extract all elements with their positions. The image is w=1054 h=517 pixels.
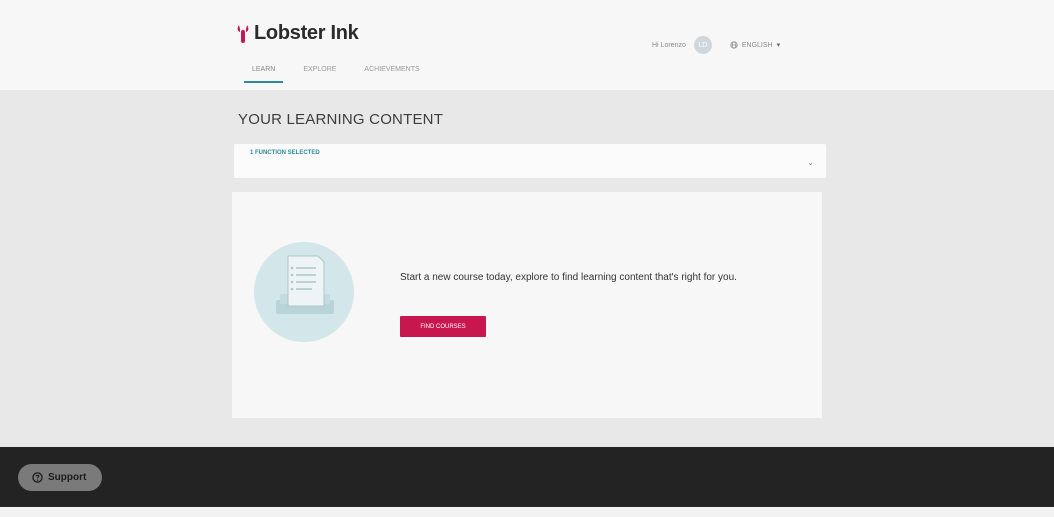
top-header: Lobster Ink LEARN EXPLORE ACHIEVEMENTS H…: [0, 0, 1054, 90]
globe-icon: [730, 41, 738, 49]
support-button[interactable]: Support: [18, 464, 102, 491]
chevron-down-icon: ▾: [776, 42, 781, 49]
language-selector[interactable]: ENGLISH ▾: [730, 41, 780, 49]
brand-name: Lobster Ink: [254, 22, 359, 44]
avatar[interactable]: LD: [693, 36, 712, 54]
tab-explore[interactable]: EXPLORE: [299, 66, 340, 83]
function-filter-dropdown[interactable]: 1 FUNCTION SELECTED ⌄: [234, 144, 826, 178]
empty-state-message: Start a new course today, explore to fin…: [400, 272, 737, 283]
chevron-down-icon: ⌄: [807, 158, 814, 167]
tab-achievements[interactable]: ACHIEVEMENTS: [360, 66, 423, 83]
greeting-text: Hi Lorenzo: [652, 41, 686, 49]
page-title: YOUR LEARNING CONTENT: [238, 111, 444, 128]
lobster-logo-icon: [237, 24, 249, 43]
empty-state-card: Start a new course today, explore to fin…: [232, 192, 822, 418]
document-illustration: [254, 242, 354, 342]
bottom-strip: [0, 507, 1054, 517]
language-label: ENGLISH: [741, 41, 773, 49]
support-label: Support: [48, 472, 87, 483]
brand-logo[interactable]: Lobster Ink: [236, 22, 359, 45]
filter-label: 1 FUNCTION SELECTED: [250, 150, 320, 156]
footer-bar: [0, 447, 1054, 507]
help-circle-icon: [32, 472, 43, 483]
document-stack-icon: [276, 255, 334, 314]
main-nav: LEARN EXPLORE ACHIEVEMENTS: [243, 66, 424, 83]
find-courses-button[interactable]: FIND COURSES: [400, 316, 486, 337]
tab-learn[interactable]: LEARN: [243, 66, 284, 83]
user-menu: Hi Lorenzo LD ENGLISH ▾: [652, 36, 780, 54]
